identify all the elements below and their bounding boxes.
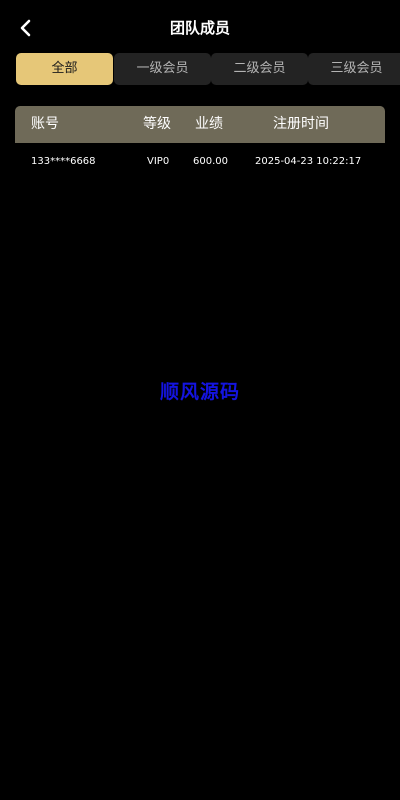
tab-level-2[interactable]: 二级会员	[211, 53, 308, 85]
cell-register-time: 2025-04-23 10:22:17	[255, 156, 362, 167]
column-header-performance: 业绩	[195, 116, 223, 132]
table-row[interactable]: 133****6668 VIP0 600.00 2025-04-23 10:22…	[15, 143, 385, 181]
header: 团队成员	[0, 0, 400, 56]
tab-level-3[interactable]: 三级会员	[308, 53, 400, 85]
cell-level: VIP0	[147, 156, 170, 167]
tab-all[interactable]: 全部	[16, 53, 113, 85]
page-title: 团队成员	[169, 19, 230, 37]
column-header-register-time: 注册时间	[273, 116, 329, 132]
members-table: 账号 等级 业绩 注册时间 133****6668 VIP0 600.00 20…	[15, 106, 385, 181]
column-header-account: 账号	[31, 116, 59, 132]
watermark-text: 顺风源码	[159, 381, 240, 403]
cell-performance: 600.00	[193, 156, 228, 167]
cell-account: 133****6668	[31, 156, 96, 167]
member-level-tabs: 全部 一级会员 二级会员 三级会员	[16, 53, 400, 85]
table-header: 账号 等级 业绩 注册时间	[15, 106, 385, 143]
tab-level-1[interactable]: 一级会员	[114, 53, 211, 85]
column-header-level: 等级	[143, 116, 171, 132]
